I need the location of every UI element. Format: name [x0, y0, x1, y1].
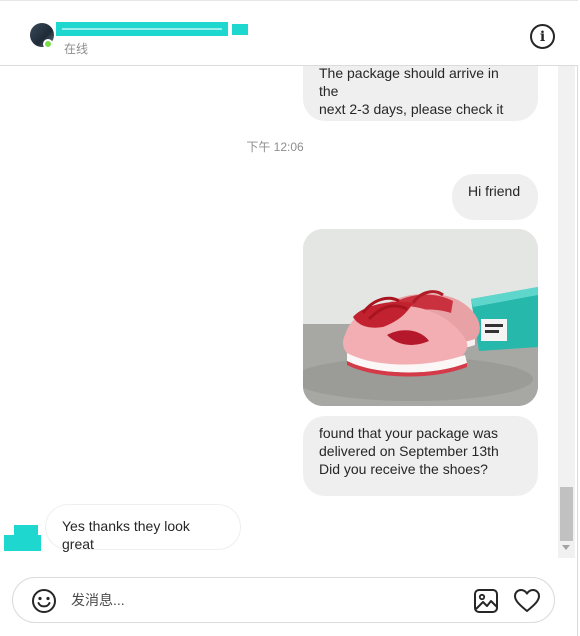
redaction-mark: [4, 535, 41, 551]
info-button[interactable]: i: [530, 24, 555, 49]
emoji-button[interactable]: [31, 588, 57, 614]
message-text: next 2-3 days, please check it: [319, 101, 504, 117]
message-thread[interactable]: The package should arrive in the next 2-…: [0, 66, 558, 558]
message-bubble-outgoing[interactable]: The package should arrive in the next 2-…: [303, 66, 538, 121]
message-text: delivered on September 13th: [319, 443, 499, 459]
redaction-scratch: [62, 28, 222, 30]
redaction-mark: [232, 24, 248, 35]
emoji-icon: [32, 589, 56, 613]
message-timestamp: 下午 12:06: [246, 140, 304, 154]
message-text: Yes thanks they look great: [62, 518, 190, 552]
attach-image-button[interactable]: [473, 588, 499, 614]
image-icon: [474, 589, 498, 613]
sender-avatar-redacted[interactable]: [4, 525, 41, 551]
message-composer: [12, 577, 555, 623]
heart-icon: [514, 589, 540, 612]
sneaker-photo: [303, 229, 538, 406]
scrollbar-thumb[interactable]: [560, 487, 573, 541]
message-text: Hi friend: [468, 183, 521, 199]
direct-message-window: 在线 i The package should arrive in the ne…: [0, 0, 578, 636]
info-icon: i: [539, 28, 546, 45]
scroll-down-arrow-icon[interactable]: [562, 545, 570, 550]
message-input[interactable]: [71, 587, 461, 613]
like-button[interactable]: [513, 588, 541, 614]
message-text: The package should arrive in the: [319, 66, 499, 99]
message-text: Did you receive the shoes?: [319, 461, 488, 477]
message-bubble-incoming[interactable]: Yes thanks they look great: [45, 504, 241, 552]
photo-message[interactable]: [303, 229, 538, 406]
contact-name-redacted[interactable]: [56, 22, 248, 36]
message-text: found that your package was: [319, 425, 499, 441]
thread-scrollbar[interactable]: [558, 66, 575, 558]
message-bubble-outgoing[interactable]: found that your package was delivered on…: [303, 416, 538, 496]
chat-header: 在线 i: [0, 1, 578, 66]
message-bubble-outgoing[interactable]: Hi friend: [452, 174, 538, 220]
online-indicator: [43, 39, 53, 49]
contact-status: 在线: [64, 42, 89, 56]
